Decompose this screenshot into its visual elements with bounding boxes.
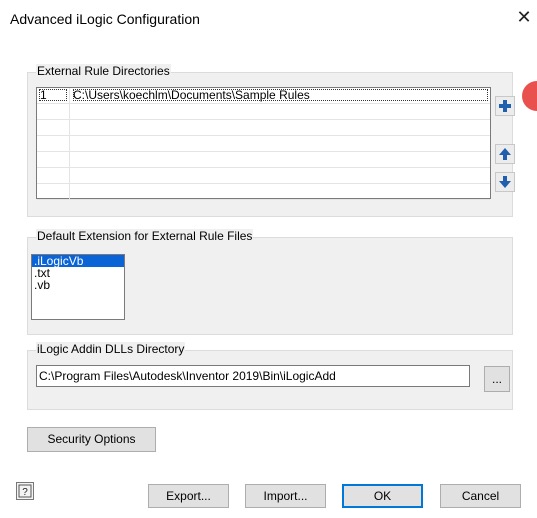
move-down-icon: [499, 176, 511, 188]
row-number: [37, 120, 70, 135]
row-number: [37, 168, 70, 183]
add-directory-button[interactable]: [495, 96, 515, 116]
addin-directory-group: iLogic Addin DLLs Directory C:\Program F…: [27, 342, 513, 410]
import-button[interactable]: Import...: [245, 484, 326, 508]
close-button[interactable]: ✕: [514, 6, 534, 28]
ok-button[interactable]: OK: [342, 484, 423, 508]
help-icon: ?: [18, 484, 32, 498]
row-number: [37, 136, 70, 151]
move-down-button[interactable]: [495, 172, 515, 192]
notification-badge: [522, 81, 537, 111]
external-rule-directories-group: External Rule Directories 1 C:\Users\koe…: [27, 64, 513, 217]
default-extension-group: Default Extension for External Rule File…: [27, 229, 513, 335]
grid-row[interactable]: [37, 152, 490, 168]
row-number: [37, 152, 70, 167]
default-extension-label: Default Extension for External Rule File…: [36, 229, 254, 243]
browse-button[interactable]: ...: [484, 366, 510, 392]
grid-row[interactable]: [37, 104, 490, 120]
rule-directories-grid[interactable]: 1 C:\Users\koechlm\Documents\Sample Rule…: [36, 87, 491, 200]
addin-directory-field[interactable]: C:\Program Files\Autodesk\Inventor 2019\…: [36, 365, 470, 387]
grid-row[interactable]: [37, 120, 490, 136]
row-number: [37, 184, 70, 199]
row-number: [37, 104, 70, 119]
row-number: 1: [37, 88, 70, 103]
grid-row[interactable]: [37, 184, 490, 200]
advanced-ilogic-dialog: Advanced iLogic Configuration ✕ External…: [0, 0, 537, 518]
grid-row[interactable]: 1 C:\Users\koechlm\Documents\Sample Rule…: [37, 88, 490, 104]
addin-directory-label: iLogic Addin DLLs Directory: [36, 342, 186, 356]
security-options-button[interactable]: Security Options: [27, 427, 156, 452]
cancel-button[interactable]: Cancel: [440, 484, 521, 508]
dialog-title: Advanced iLogic Configuration: [10, 11, 200, 27]
help-button[interactable]: ?: [16, 482, 34, 500]
export-button[interactable]: Export...: [148, 484, 229, 508]
move-up-button[interactable]: [495, 144, 515, 164]
grid-row[interactable]: [37, 168, 490, 184]
grid-row[interactable]: [37, 136, 490, 152]
list-item[interactable]: .vb: [32, 279, 124, 291]
svg-text:?: ?: [22, 487, 28, 498]
rule-directory-path: C:\Users\koechlm\Documents\Sample Rules: [73, 88, 310, 102]
extension-listbox[interactable]: .iLogicVb .txt .vb: [31, 254, 125, 320]
move-up-icon: [499, 148, 511, 160]
add-icon: [499, 100, 511, 112]
external-rule-directories-label: External Rule Directories: [36, 64, 171, 78]
